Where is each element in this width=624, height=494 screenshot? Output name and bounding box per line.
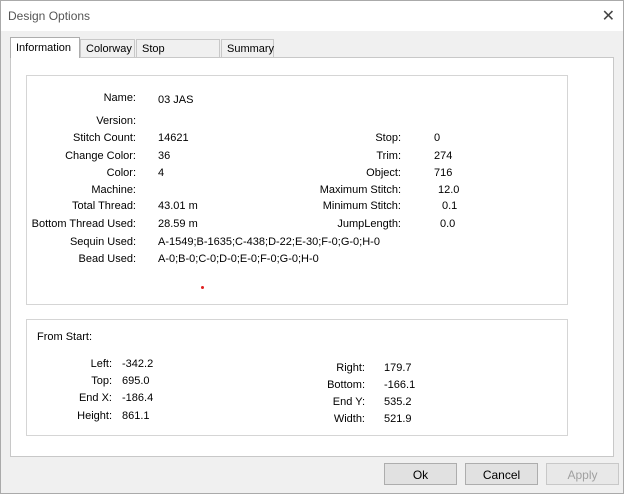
bottom-label: Bottom: xyxy=(327,379,365,391)
right-label: Right: xyxy=(336,362,365,374)
tab-colorway[interactable]: Colorway xyxy=(80,39,135,57)
name-label: Name: xyxy=(103,92,136,104)
marker-dot xyxy=(201,286,204,289)
total-thread-label: Total Thread: xyxy=(71,200,136,212)
title-bar: Design Options ✕ xyxy=(1,1,623,31)
sequin-label: Sequin Used: xyxy=(69,236,136,248)
sequin-value: A-1549;B-1635;C-438;D-22;E-30;F-0;G-0;H-… xyxy=(158,236,380,248)
maximum-stitch-value: 12.0 xyxy=(438,184,460,196)
left-label: Left: xyxy=(90,358,112,370)
stop-value: 0 xyxy=(434,132,441,144)
apply-button[interactable]: Apply xyxy=(546,463,619,485)
change-color-label: Change Color: xyxy=(65,150,136,162)
close-icon[interactable]: ✕ xyxy=(602,6,615,26)
tab-summary[interactable]: Summary xyxy=(221,39,274,57)
name-value: 03 JAS xyxy=(158,94,194,106)
trim-value: 274 xyxy=(434,150,453,162)
stitch-count-value: 14621 xyxy=(158,132,189,144)
jump-length-label: JumpLength: xyxy=(337,218,401,230)
bottom-thread-value: 28.59 m xyxy=(158,218,198,230)
end-y-label: End Y: xyxy=(332,396,365,408)
object-value: 716 xyxy=(434,167,453,179)
jump-length-value: 0.0 xyxy=(440,218,456,230)
right-value: 179.7 xyxy=(384,362,412,374)
window-title: Design Options xyxy=(8,9,91,23)
information-group: Name: 03 JAS Version: Stitch Count: 1462… xyxy=(26,75,568,305)
bead-value: A-0;B-0;C-0;D-0;E-0;F-0;G-0;H-0 xyxy=(158,253,319,265)
design-options-dialog: Design Options ✕ Information Colorway St… xyxy=(0,0,624,494)
height-label: Height: xyxy=(77,410,112,422)
minimum-stitch-label: Minimum Stitch: xyxy=(322,200,401,212)
bottom-thread-label: Bottom Thread Used: xyxy=(31,218,136,230)
end-x-label: End X: xyxy=(78,392,112,404)
tab-information[interactable]: Information xyxy=(10,37,80,58)
maximum-stitch-label: Maximum Stitch: xyxy=(319,184,401,196)
end-x-value: -186.4 xyxy=(122,392,154,404)
machine-label: Machine: xyxy=(91,184,136,196)
top-value: 695.0 xyxy=(122,375,150,387)
version-label: Version: xyxy=(96,115,136,127)
cancel-button[interactable]: Cancel xyxy=(465,463,538,485)
total-thread-value: 43.01 m xyxy=(158,200,198,212)
width-value: 521.9 xyxy=(384,413,412,425)
tab-stop-sequence[interactable]: Stop Sequence xyxy=(136,39,220,73)
top-label: Top: xyxy=(91,375,112,387)
from-start-group: From Start: Left: -342.2 Top: 695.0 End … xyxy=(26,319,568,436)
trim-label: Trim: xyxy=(376,150,401,162)
from-start-heading: From Start: xyxy=(37,331,93,343)
minimum-stitch-value: 0.1 xyxy=(442,200,458,212)
ok-button[interactable]: Ok xyxy=(384,463,457,485)
stop-label: Stop: xyxy=(375,132,401,144)
height-value: 861.1 xyxy=(122,410,150,422)
end-y-value: 535.2 xyxy=(384,396,412,408)
bead-label: Bead Used: xyxy=(78,253,136,265)
object-label: Object: xyxy=(366,167,401,179)
color-label: Color: xyxy=(106,167,136,179)
left-value: -342.2 xyxy=(122,358,154,370)
stitch-count-label: Stitch Count: xyxy=(73,132,136,144)
change-color-value: 36 xyxy=(158,150,171,162)
bottom-value: -166.1 xyxy=(384,379,416,391)
information-page: Name: 03 JAS Version: Stitch Count: 1462… xyxy=(10,57,614,457)
color-value: 4 xyxy=(158,167,165,179)
width-label: Width: xyxy=(333,413,365,425)
